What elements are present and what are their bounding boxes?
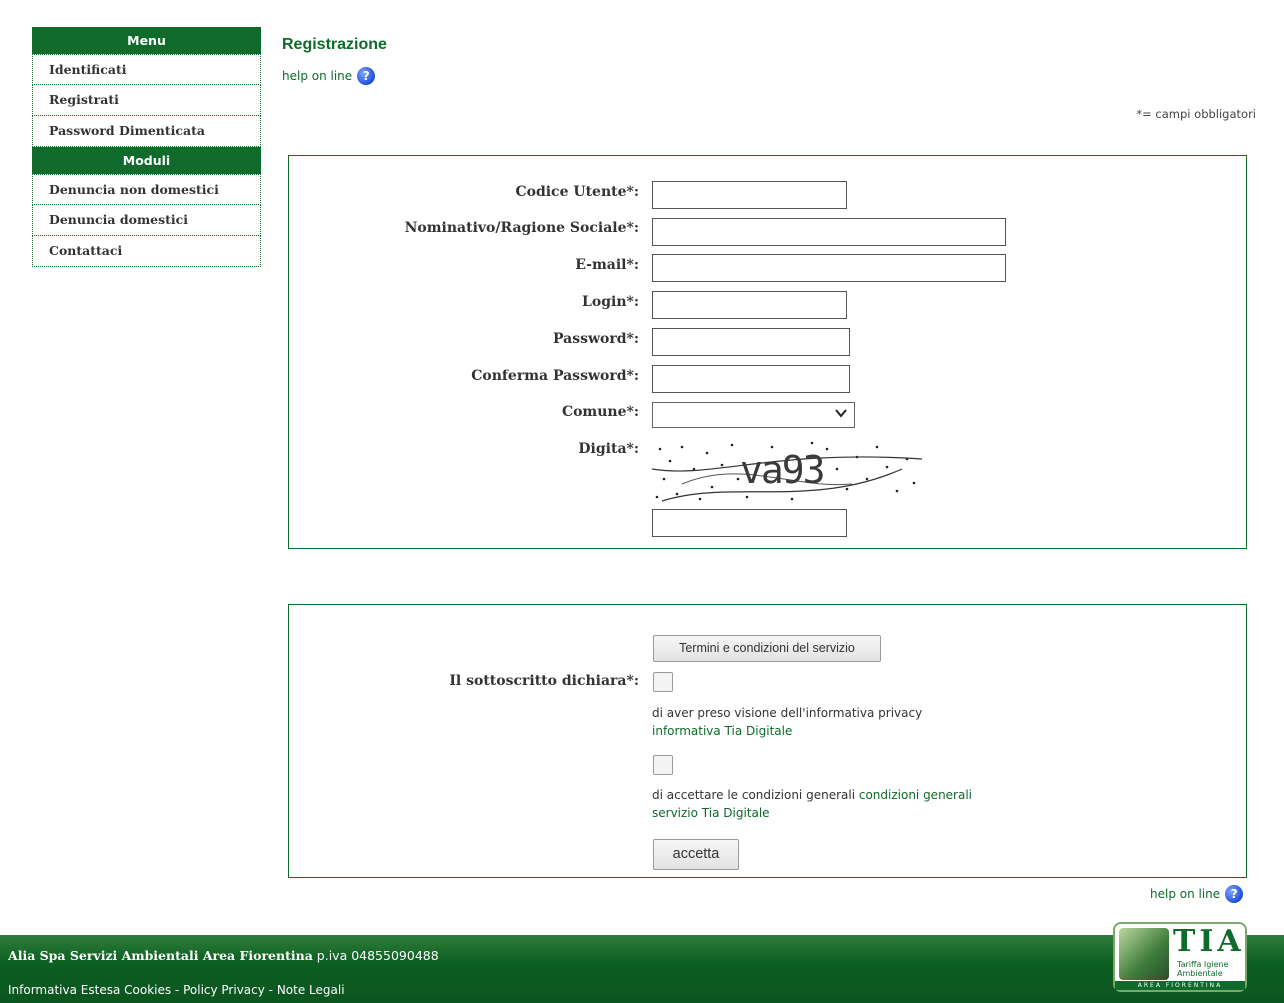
chevron-down-icon: [835, 409, 847, 418]
privacy-policy-link[interactable]: Policy Privacy: [183, 983, 265, 997]
email-input[interactable]: [652, 254, 1006, 282]
footer-company-line: Alia Spa Servizi Ambientali Area Fiorent…: [8, 948, 439, 963]
conditions-text: di accettare le condizioni generali: [652, 788, 859, 802]
password-input[interactable]: [652, 328, 850, 356]
tia-logo-sub2: Ambientale: [1177, 969, 1223, 978]
nominativo-label: Nominativo/Ragione Sociale*:: [404, 220, 639, 236]
privacy-text: di aver preso visione dell'informativa p…: [652, 706, 923, 720]
conditions-text-block: di accettare le condizioni generali cond…: [652, 786, 1012, 822]
conferma-password-input[interactable]: [652, 365, 850, 393]
page-title: Registrazione: [282, 36, 387, 53]
terms-form: Termini e condizioni del servizio Il sot…: [288, 604, 1247, 878]
accept-button[interactable]: accetta: [653, 839, 739, 870]
conferma-password-label: Conferma Password*:: [471, 368, 639, 384]
password-label: Password*:: [552, 331, 639, 347]
digita-label: Digita*:: [578, 441, 639, 457]
footer-company: Alia Spa Servizi Ambientali Area Fiorent…: [8, 948, 313, 963]
registration-form: Codice Utente*: Nominativo/Ragione Socia…: [288, 155, 1247, 549]
tia-logo-sub1: Tariffa Igiene: [1177, 960, 1229, 969]
codice-utente-input[interactable]: [652, 181, 847, 209]
comune-select[interactable]: [652, 402, 855, 428]
tia-logo-subtitle: Tariffa Igiene Ambientale: [1177, 960, 1229, 978]
privacy-checkbox[interactable]: [653, 672, 673, 692]
help-online-link[interactable]: help on line ?: [282, 67, 376, 85]
sidebar-item-contattaci[interactable]: Contattaci: [32, 236, 261, 267]
tia-logo-bar: AREA FIORENTINA: [1115, 981, 1245, 990]
sidebar: Menu Identificati Registrati Password Di…: [32, 27, 261, 267]
footer-links: Informativa Estesa Cookies - Policy Priv…: [8, 983, 345, 997]
login-input[interactable]: [652, 291, 847, 319]
required-fields-note: *= campi obbligatori: [1136, 107, 1256, 121]
help-label: help on line: [282, 69, 353, 83]
nominativo-input[interactable]: [652, 218, 1006, 246]
footer-separator: -: [171, 983, 184, 997]
declare-label: Il sottoscritto dichiara*:: [449, 673, 639, 689]
help-online-link-bottom[interactable]: help on line ?: [1150, 885, 1244, 903]
question-circle-icon: ?: [1225, 885, 1244, 903]
legal-notes-link[interactable]: Note Legali: [277, 983, 345, 997]
question-circle-icon: ?: [357, 67, 376, 85]
comune-label: Comune*:: [561, 404, 639, 420]
moduli-header: Moduli: [32, 147, 261, 174]
codice-utente-label: Codice Utente*:: [515, 184, 639, 200]
tia-logo: TIA Tariffa Igiene Ambientale AREA FIORE…: [1113, 922, 1247, 992]
captcha-input[interactable]: [652, 509, 847, 537]
footer-separator: -: [264, 983, 277, 997]
help-label-bottom: help on line: [1150, 887, 1221, 901]
privacy-link[interactable]: informativa Tia Digitale: [652, 722, 922, 740]
privacy-text-block: di aver preso visione dell'informativa p…: [652, 704, 922, 740]
tia-logo-text: TIA: [1173, 924, 1245, 959]
cookies-link[interactable]: Informativa Estesa Cookies: [8, 983, 171, 997]
menu-header: Menu: [32, 27, 261, 54]
terms-button[interactable]: Termini e condizioni del servizio: [653, 635, 881, 662]
sidebar-item-denuncia-non-domestici[interactable]: Denuncia non domestici: [32, 174, 261, 205]
sidebar-item-password-dimenticata[interactable]: Password Dimenticata: [32, 116, 261, 147]
sidebar-item-identificati[interactable]: Identificati: [32, 54, 261, 85]
footer-piva: p.iva 04855090488: [312, 948, 439, 963]
conditions-checkbox[interactable]: [653, 755, 673, 775]
sidebar-item-denuncia-domestici[interactable]: Denuncia domestici: [32, 205, 261, 236]
captcha-image: va93: [652, 439, 922, 506]
captcha-text: va93: [740, 448, 824, 492]
email-label: E-mail*:: [575, 257, 639, 273]
tia-logo-picture: [1119, 928, 1169, 980]
sidebar-item-registrati[interactable]: Registrati: [32, 85, 261, 116]
footer: Alia Spa Servizi Ambientali Area Fiorent…: [0, 922, 1284, 1003]
login-label: Login*:: [582, 294, 639, 310]
